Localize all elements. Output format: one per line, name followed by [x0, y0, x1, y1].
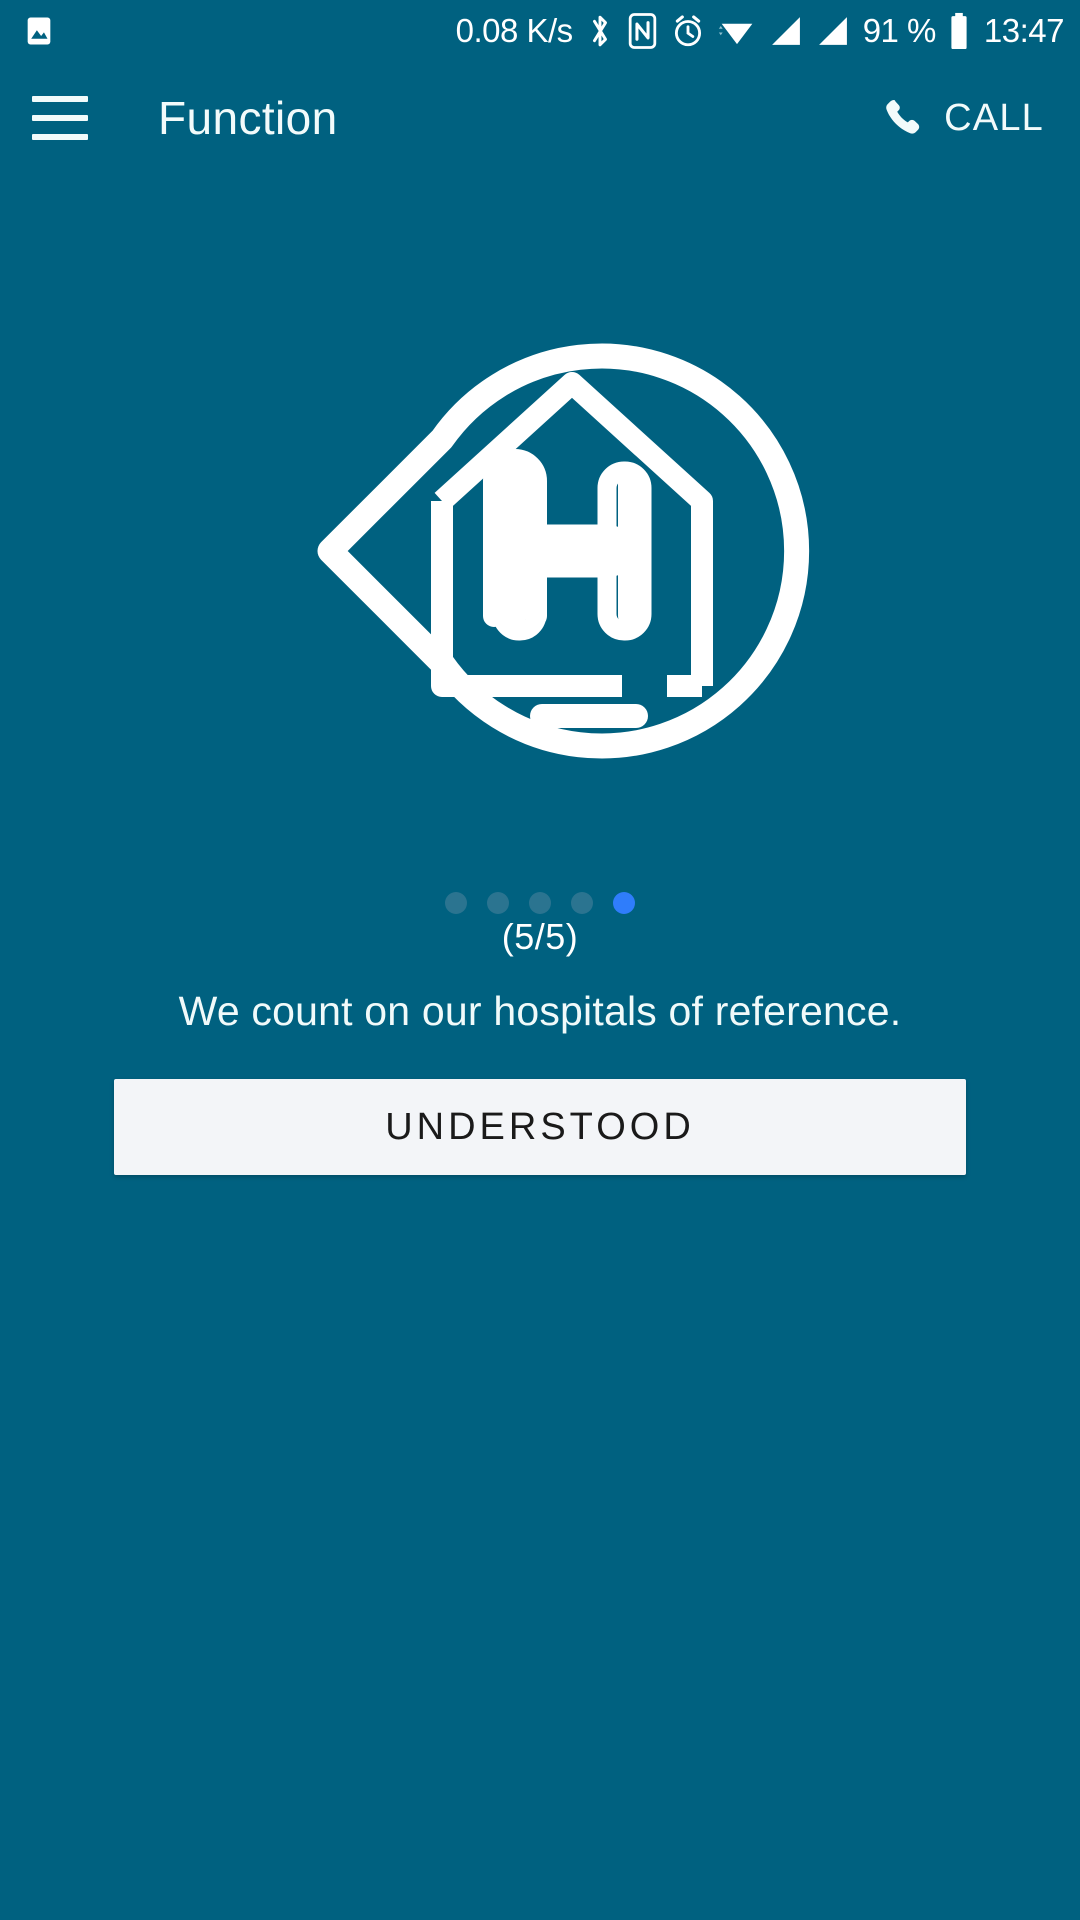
app-bar: Function CALL [0, 62, 1080, 181]
pager-dot-4[interactable] [571, 892, 593, 914]
battery-percent-label: 91 % [862, 12, 937, 49]
pager-dot-5[interactable] [613, 892, 635, 914]
wifi-icon [718, 14, 756, 48]
info-message: We count on our hospitals of reference. [178, 988, 902, 1034]
hamburger-bar-3 [32, 134, 88, 140]
pager-dot-3[interactable] [529, 892, 551, 914]
hamburger-bar-1 [32, 96, 88, 102]
hospital-location-pin-logo [230, 286, 850, 816]
status-bar-left [22, 14, 56, 48]
step-counter: (5/5) [501, 916, 579, 957]
status-bar-right: 0.08 K/s 91 % 13:47 [455, 12, 1065, 50]
signal-sim2-icon [816, 14, 850, 48]
image-icon [22, 14, 56, 48]
clock-label: 13:47 [983, 12, 1065, 49]
pager-dot-2[interactable] [487, 892, 509, 914]
pager-dot-1[interactable] [445, 892, 467, 914]
nfc-icon [627, 13, 658, 49]
page-title: Function [158, 92, 338, 144]
signal-sim1-icon [769, 14, 803, 48]
battery-icon [949, 12, 969, 50]
network-speed-label: 0.08 K/s [455, 12, 574, 49]
pager-dots [0, 892, 1080, 914]
call-button-label: CALL [944, 96, 1044, 139]
phone-call-icon [882, 96, 926, 140]
app-screen: 0.08 K/s 91 % 13:47 Function CALL (5/5) … [0, 0, 1080, 1920]
hamburger-bar-2 [32, 115, 88, 121]
status-bar: 0.08 K/s 91 % 13:47 [0, 0, 1080, 62]
bluetooth-icon [586, 13, 614, 49]
alarm-icon [671, 13, 705, 49]
understood-button[interactable]: UNDERSTOOD [114, 1079, 966, 1175]
main-content: (5/5) We count on our hospitals of refer… [0, 174, 1080, 1920]
call-button[interactable]: CALL [872, 90, 1050, 146]
hamburger-menu-icon[interactable] [32, 96, 88, 140]
